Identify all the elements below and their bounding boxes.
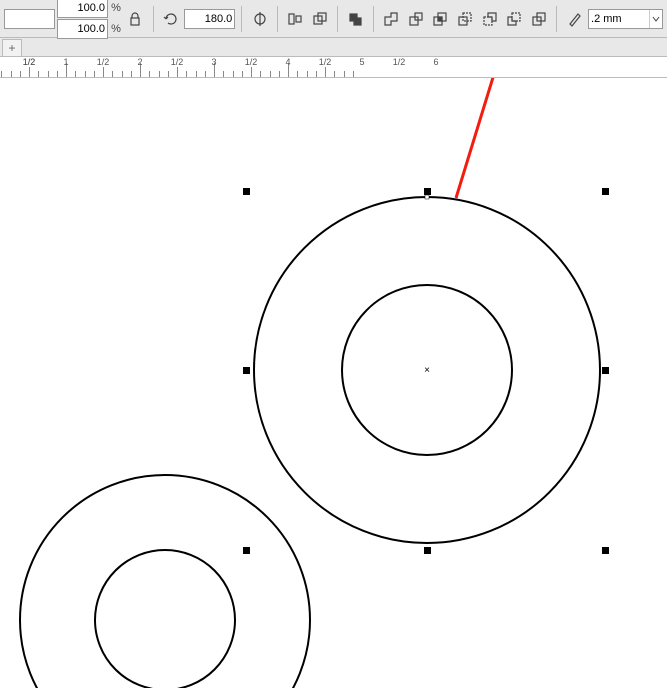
drawing-canvas[interactable]: × — [0, 78, 667, 688]
rotate-icon — [163, 11, 179, 27]
selection-handle[interactable] — [602, 547, 609, 554]
pen-icon — [567, 11, 583, 27]
outline-width-dropdown[interactable] — [649, 10, 662, 28]
weld-icon — [383, 11, 399, 27]
order-icon — [312, 11, 328, 27]
simplify-icon — [457, 11, 473, 27]
back-minus-front-button[interactable] — [503, 7, 526, 31]
selection-handle[interactable] — [602, 188, 609, 195]
front-minus-back-button[interactable] — [478, 7, 501, 31]
mirror-horizontal-button[interactable] — [248, 7, 271, 31]
group-button[interactable] — [344, 7, 367, 31]
align-distribute-button[interactable] — [284, 7, 307, 31]
weld-button[interactable] — [380, 7, 403, 31]
lock-ratio-button[interactable] — [124, 7, 147, 31]
rotation-input[interactable] — [184, 9, 235, 29]
selection-handle[interactable] — [424, 547, 431, 554]
selection-handle[interactable] — [243, 547, 250, 554]
canvas-svg: × — [0, 78, 667, 688]
percent-label: % — [110, 23, 122, 35]
outline-pen-button[interactable] — [563, 7, 586, 31]
align-icon — [287, 11, 303, 27]
trim-icon — [408, 11, 424, 27]
position-field[interactable] — [4, 9, 55, 29]
back-minus-front-icon — [506, 11, 522, 27]
mirror-h-icon — [252, 11, 268, 27]
horizontal-ruler: 11/221/231/241/251/261/21/2 — [0, 57, 667, 78]
simplify-button[interactable] — [454, 7, 477, 31]
intersect-icon — [432, 11, 448, 27]
selection-handle[interactable] — [243, 188, 250, 195]
boundary-icon — [531, 11, 547, 27]
intersect-button[interactable] — [429, 7, 452, 31]
lock-icon — [127, 11, 143, 27]
selection-handle[interactable] — [424, 188, 431, 195]
scale-x-input[interactable] — [57, 0, 108, 18]
property-bar: % % — [0, 0, 667, 38]
outline-width-input[interactable] — [589, 11, 649, 27]
order-button[interactable] — [309, 7, 332, 31]
create-boundary-button[interactable] — [528, 7, 551, 31]
rotation-icon-button[interactable] — [160, 7, 183, 31]
scale-y-input[interactable] — [57, 19, 108, 39]
scale-group: % % — [57, 0, 122, 39]
trim-button[interactable] — [404, 7, 427, 31]
outline-width-field[interactable] — [588, 9, 663, 29]
svg-text:×: × — [424, 365, 430, 376]
front-minus-back-icon — [482, 11, 498, 27]
percent-label: % — [110, 2, 122, 14]
group-icon — [347, 11, 363, 27]
page-tabs: + — [0, 38, 667, 57]
add-page-tab[interactable]: + — [2, 39, 22, 56]
selection-handle[interactable] — [243, 367, 250, 374]
selection-handle[interactable] — [602, 367, 609, 374]
chevron-down-icon — [652, 15, 660, 23]
